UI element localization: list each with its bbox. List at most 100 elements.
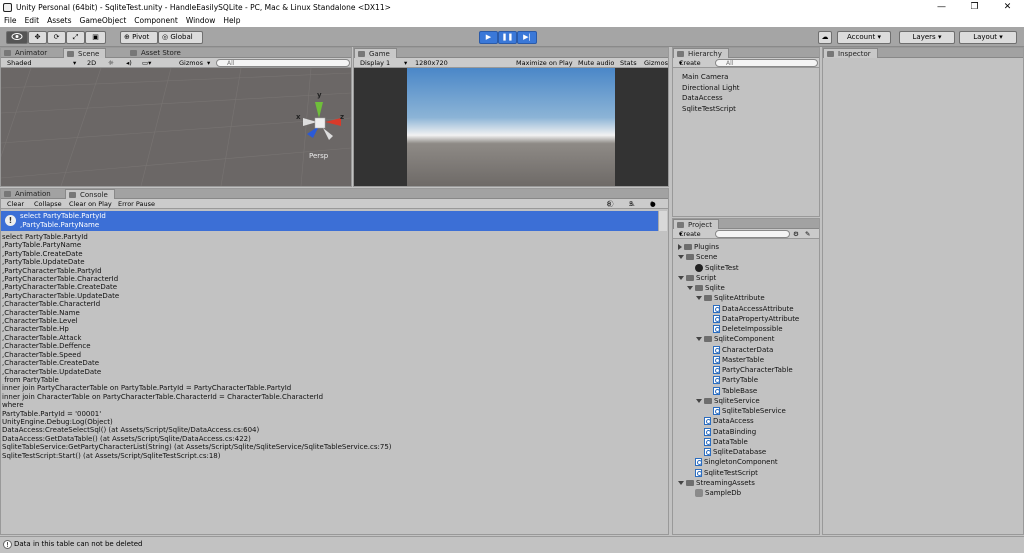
scale-tool-button[interactable]: ⤢ <box>66 31 85 44</box>
project-item[interactable]: SqliteService <box>696 397 760 405</box>
project-item[interactable]: Script <box>678 274 716 282</box>
scene-orientation-gizmo[interactable]: y x z <box>296 91 347 144</box>
filter-type-icon[interactable]: ⚙ <box>793 229 799 239</box>
project-item[interactable]: SqliteDatabase <box>696 448 766 456</box>
move-tool-button[interactable]: ✥ <box>28 31 47 44</box>
tab-animator[interactable]: Animator <box>1 48 53 58</box>
project-item[interactable]: MasterTable <box>705 355 764 364</box>
project-item[interactable]: Sqlite <box>687 284 725 292</box>
chevron-down-icon[interactable] <box>696 337 702 342</box>
project-item[interactable]: DataAccessAttribute <box>705 304 794 313</box>
menu-gameobject[interactable]: GameObject <box>80 15 127 27</box>
project-item[interactable]: SqliteTableService <box>705 407 786 415</box>
chevron-down-icon[interactable] <box>696 296 702 301</box>
layout-dropdown[interactable]: Layout ▾ <box>959 31 1017 44</box>
play-button[interactable]: ▶ <box>479 31 498 44</box>
clear-button[interactable]: Clear <box>7 199 24 209</box>
project-item[interactable]: DataTable <box>696 437 748 446</box>
console-list-scrollbar[interactable] <box>658 211 667 231</box>
projection-label[interactable]: Persp <box>309 152 328 160</box>
hierarchy-item[interactable]: Main Camera <box>682 73 728 81</box>
restore-icon[interactable]: ❐ <box>958 0 991 15</box>
effects-toggle-icon[interactable]: ▭▾ <box>142 58 151 68</box>
game-view[interactable] <box>354 68 668 186</box>
global-toggle[interactable]: ◎ Global <box>158 31 203 44</box>
project-item[interactable]: StreamingAssets <box>678 479 755 487</box>
project-item[interactable]: TableBase <box>705 386 757 395</box>
pivot-toggle[interactable]: ⊕ Pivot <box>120 31 158 44</box>
rotate-tool-button[interactable]: ⟳ <box>47 31 66 44</box>
hierarchy-item[interactable]: SqliteTestScript <box>682 105 736 113</box>
project-item[interactable]: SingletonComponent <box>687 458 778 467</box>
project-item[interactable]: CharacterData <box>705 345 773 354</box>
resolution-dropdown[interactable]: 1280x720 <box>415 58 448 68</box>
close-icon[interactable]: ✕ <box>991 0 1024 15</box>
project-item[interactable]: DataAccess <box>696 417 754 426</box>
menu-component[interactable]: Component <box>134 15 178 27</box>
tab-hierarchy[interactable]: Hierarchy <box>673 48 729 58</box>
project-search-input[interactable] <box>715 230 790 238</box>
scene-search-input[interactable]: All <box>216 59 350 67</box>
menu-edit[interactable]: Edit <box>25 15 40 27</box>
project-item[interactable]: Plugins <box>678 243 719 251</box>
project-item[interactable]: PartyCharacterTable <box>705 366 793 374</box>
layers-dropdown[interactable]: Layers ▾ <box>899 31 955 44</box>
project-item[interactable]: SqliteComponent <box>696 335 774 343</box>
console-detail-line: ,CharacterTable.Name <box>2 308 80 317</box>
rect-tool-button[interactable]: ▣ <box>85 31 106 44</box>
shading-dropdown[interactable]: Shaded <box>7 58 31 68</box>
audio-toggle-icon[interactable]: ◂) <box>126 58 132 68</box>
gizmos-dropdown[interactable]: Gizmos <box>179 58 203 68</box>
tab-asset-store[interactable]: Asset Store <box>127 48 187 58</box>
maximize-on-play-toggle[interactable]: Maximize on Play <box>516 58 573 68</box>
scene-view[interactable]: y x z Persp <box>1 68 351 186</box>
collapse-button[interactable]: Collapse <box>34 199 62 209</box>
project-item[interactable]: SqliteAttribute <box>696 294 765 302</box>
filter-label-icon[interactable]: ✎ <box>805 229 810 239</box>
tab-scene[interactable]: Scene <box>63 48 107 58</box>
hierarchy-item[interactable]: Directional Light <box>682 84 740 92</box>
project-item[interactable]: DataBinding <box>696 427 756 436</box>
display-dropdown[interactable]: Display 1 <box>360 58 390 68</box>
error-pause-button[interactable]: Error Pause <box>118 199 155 209</box>
project-item[interactable]: SampleDb <box>687 489 741 497</box>
hierarchy-search-input[interactable]: All <box>715 59 818 67</box>
step-button[interactable]: ▶| <box>517 31 537 44</box>
chevron-down-icon[interactable] <box>696 398 702 403</box>
minimize-icon[interactable]: — <box>925 0 958 15</box>
chevron-down-icon[interactable] <box>687 286 693 290</box>
tab-console[interactable]: Console <box>65 189 115 199</box>
chevron-right-icon[interactable] <box>678 244 682 250</box>
project-item[interactable]: Scene <box>678 253 717 261</box>
menu-window[interactable]: Window <box>186 15 216 27</box>
account-dropdown[interactable]: Account ▾ <box>837 31 891 44</box>
console-selected-entry[interactable]: ! select PartyTable.PartyId ,PartyTable.… <box>1 211 659 231</box>
mute-audio-toggle[interactable]: Mute audio <box>578 58 614 68</box>
light-toggle-icon[interactable]: ☼ <box>108 58 114 68</box>
project-item[interactable]: SqliteTestScript <box>687 468 758 477</box>
clear-on-play-button[interactable]: Clear on Play <box>69 199 112 209</box>
project-item[interactable]: SqliteTest <box>687 263 739 272</box>
tab-game[interactable]: Game <box>354 48 397 58</box>
status-bar[interactable]: ! Data in this table can not be deleted <box>0 536 1024 553</box>
csharp-script-icon <box>704 437 711 446</box>
chevron-down-icon[interactable] <box>678 275 684 280</box>
game-gizmos-dropdown[interactable]: Gizmos <box>644 58 668 68</box>
tab-project[interactable]: Project <box>673 219 719 229</box>
chevron-down-icon[interactable] <box>678 480 684 485</box>
2d-toggle[interactable]: 2D <box>87 58 96 68</box>
hand-tool-button[interactable] <box>6 31 28 44</box>
pause-button[interactable]: ❚❚ <box>498 31 517 44</box>
menu-help[interactable]: Help <box>223 15 240 27</box>
hierarchy-item[interactable]: DataAccess <box>682 94 723 102</box>
project-item[interactable]: PartyTable <box>705 376 758 385</box>
menu-assets[interactable]: Assets <box>47 15 71 27</box>
project-item[interactable]: DeleteImpossible <box>705 325 783 333</box>
menu-file[interactable]: File <box>4 15 17 27</box>
project-item[interactable]: DataPropertyAttribute <box>705 314 799 323</box>
stats-toggle[interactable]: Stats <box>620 58 637 68</box>
chevron-down-icon[interactable] <box>678 255 684 260</box>
tab-animation[interactable]: Animation <box>1 189 57 199</box>
tab-inspector[interactable]: Inspector <box>823 48 878 58</box>
cloud-button[interactable]: ☁ <box>818 31 832 44</box>
